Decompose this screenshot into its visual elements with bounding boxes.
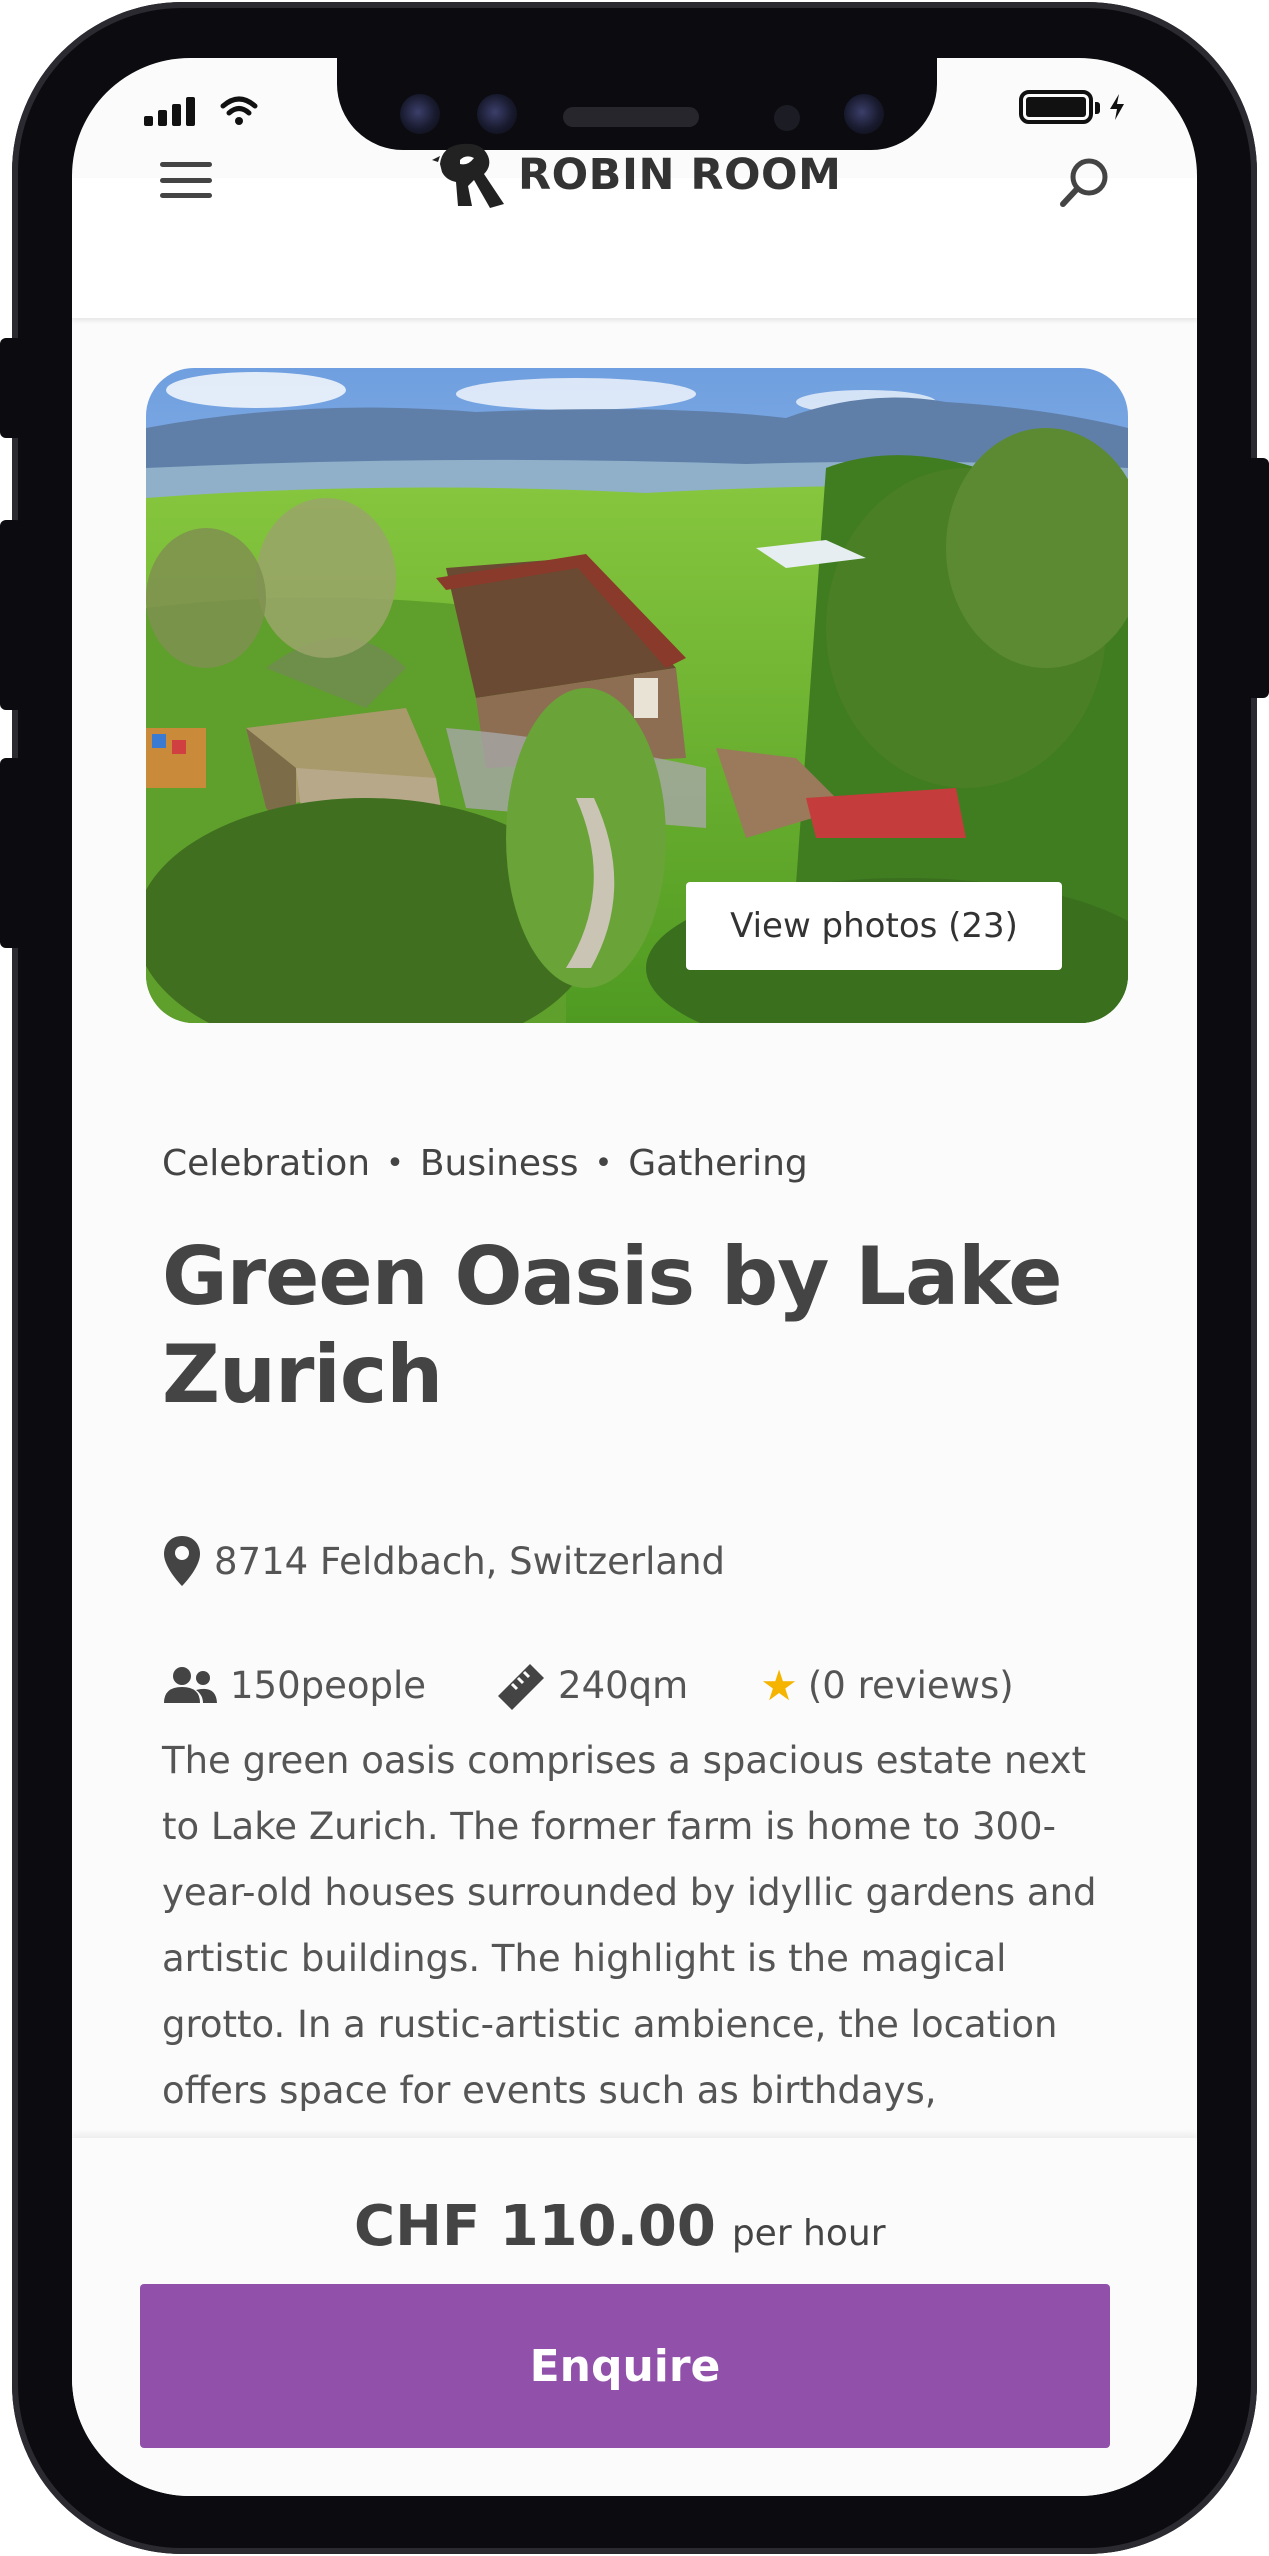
search-icon[interactable]: [1057, 154, 1113, 210]
price-unit: per hour: [731, 2213, 886, 2254]
category-tags: Celebration • Business • Gathering: [162, 1143, 808, 1184]
hamburger-menu-icon[interactable]: [160, 162, 212, 198]
venue-location[interactable]: 8714 Feldbach, Switzerland: [214, 1540, 725, 1583]
brand-logo[interactable]: ROBIN ROOM: [432, 140, 841, 210]
people-icon: [162, 1665, 218, 1705]
capacity-item: 150people: [162, 1664, 426, 1707]
camera-notch: [337, 58, 937, 150]
venue-description: The green oasis comprises a spacious est…: [162, 1739, 1097, 2112]
venue-capacity: 150people: [230, 1663, 427, 1707]
tag-gathering[interactable]: Gathering: [628, 1143, 808, 1184]
phone-volume-down: [0, 758, 22, 948]
booking-bar: CHF 110.00 per hour Enquire: [72, 2138, 1197, 2496]
venue-title: Green Oasis by Lake Zurich: [162, 1230, 1062, 1421]
battery-icon: [1019, 90, 1100, 124]
earpiece-speaker: [563, 107, 699, 127]
face-id-lens: [477, 94, 517, 134]
phone-volume-up: [0, 520, 22, 710]
tag-business[interactable]: Business: [420, 1143, 579, 1184]
venue-stats-row: 150people 240qm ★ (0 reviews): [162, 1660, 1014, 1710]
venue-photo[interactable]: View photos (23): [146, 368, 1128, 1023]
dot-projector-lens: [844, 94, 884, 134]
proximity-sensor: [774, 105, 800, 131]
tag-separator: •: [594, 1146, 613, 1181]
ruler-icon: [496, 1660, 546, 1710]
location-row: 8714 Feldbach, Switzerland: [162, 1534, 725, 1588]
brand-name: ROBIN ROOM: [518, 150, 842, 200]
phone-power-button: [1245, 458, 1269, 698]
venue-size: 240qm: [558, 1663, 689, 1707]
view-photos-button[interactable]: View photos (23): [686, 882, 1062, 970]
cellular-signal-icon: [144, 96, 195, 126]
reviews-count[interactable]: (0 reviews): [808, 1664, 1014, 1707]
map-pin-icon: [162, 1534, 202, 1588]
tag-separator: •: [386, 1146, 404, 1181]
price-amount: CHF 110.00: [354, 2194, 716, 2259]
status-bar-left: [144, 94, 259, 126]
size-item: 240qm: [496, 1660, 688, 1710]
wifi-icon: [220, 96, 258, 125]
rating-item[interactable]: ★ (0 reviews): [760, 1661, 1013, 1710]
front-camera-lens: [400, 94, 440, 134]
phone-mute-switch: [0, 338, 22, 438]
star-icon: ★: [760, 1660, 798, 1710]
status-bar-right: [1019, 90, 1127, 124]
price-row: CHF 110.00 per hour: [354, 2194, 886, 2259]
tag-celebration[interactable]: Celebration: [162, 1143, 370, 1184]
screen: ROBIN ROOM View photos (23) Celebration …: [72, 58, 1197, 2496]
charging-bolt-icon: [1110, 94, 1124, 120]
enquire-button[interactable]: Enquire: [140, 2284, 1110, 2448]
robin-bird-logo-icon: [432, 143, 504, 208]
